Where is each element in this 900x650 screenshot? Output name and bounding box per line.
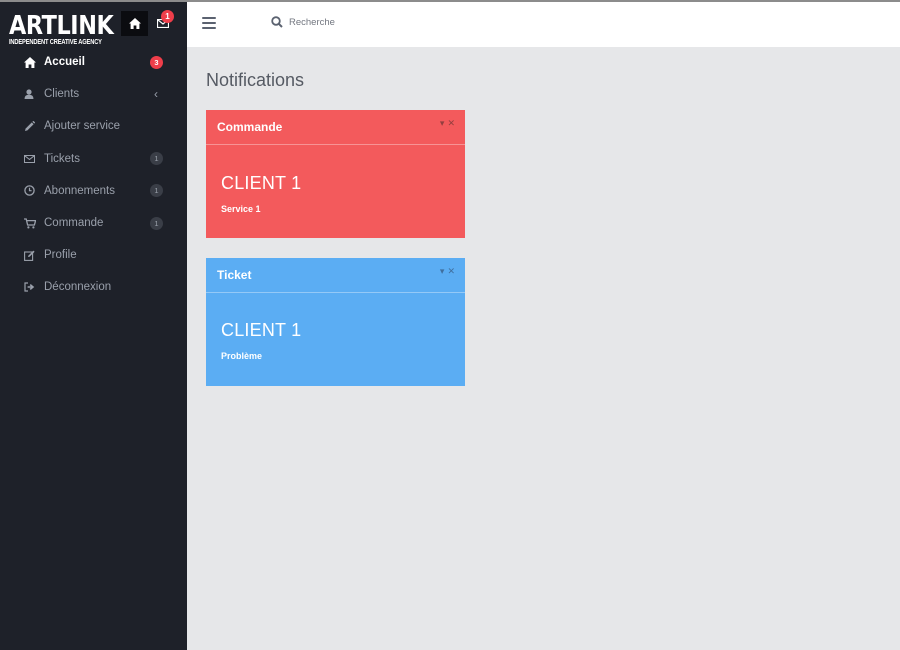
search-input[interactable]: Recherche <box>289 17 335 28</box>
sidebar-item-label: Clients <box>44 88 80 101</box>
logo[interactable]: ARTLINK INDEPENDENT CREATIVE AGENCY <box>9 13 130 47</box>
close-icon[interactable]: ✕ <box>447 118 455 129</box>
top-header: Recherche <box>187 2 900 47</box>
notification-card-ticket: Ticket ▾ ✕ CLIENT 1 Problème <box>206 258 465 386</box>
home-button[interactable] <box>121 11 148 36</box>
sidebar-item-label: Ajouter service <box>44 120 121 133</box>
collapse-icon[interactable]: ▾ <box>440 118 445 129</box>
sidebar-item-label: Tickets <box>44 152 80 165</box>
sidebar-item-label: Abonnements <box>44 184 115 197</box>
card-body: CLIENT 1 Service 1 <box>206 145 465 238</box>
sidebar: ARTLINK INDEPENDENT CREATIVE AGENCY 1 Ac… <box>0 2 187 650</box>
sidebar-nav: Accueil 3 Clients ‹ Ajouter service Tick… <box>0 46 187 304</box>
envelope-icon <box>24 154 35 163</box>
search-box[interactable]: Recherche <box>271 16 335 28</box>
card-client-name: CLIENT 1 <box>221 320 302 340</box>
messages-count-badge: 1 <box>161 10 174 23</box>
sidebar-item-ajouter-service[interactable]: Ajouter service <box>0 110 187 142</box>
chevron-left-icon: ‹ <box>154 87 158 102</box>
sidebar-item-deconnexion[interactable]: Déconnexion <box>0 271 187 303</box>
card-title: Commande <box>217 120 283 134</box>
tickets-count-badge: 1 <box>150 152 163 166</box>
card-detail: Problème <box>221 351 263 361</box>
sidebar-item-label: Commande <box>44 217 104 230</box>
menu-toggle-icon[interactable] <box>202 17 216 29</box>
sidebar-item-accueil[interactable]: Accueil 3 <box>0 46 187 78</box>
card-client-name: CLIENT 1 <box>221 173 302 193</box>
close-icon[interactable]: ✕ <box>447 266 455 277</box>
pencil-icon <box>25 120 35 131</box>
search-icon <box>271 16 283 28</box>
messages-button[interactable]: 1 <box>150 10 175 36</box>
sidebar-item-clients[interactable]: Clients ‹ <box>0 78 187 110</box>
sidebar-item-label: Profile <box>44 249 77 262</box>
cart-icon <box>24 217 36 229</box>
abonnements-count-badge: 1 <box>150 184 163 198</box>
sidebar-item-tickets[interactable]: Tickets 1 <box>0 143 187 175</box>
sidebar-item-label: Accueil <box>44 56 85 69</box>
notification-card-commande: Commande ▾ ✕ CLIENT 1 Service 1 <box>206 110 465 238</box>
card-header: Ticket ▾ ✕ <box>206 258 465 293</box>
page-title: Notifications <box>206 70 305 90</box>
sidebar-item-profile[interactable]: Profile <box>0 239 187 271</box>
card-body: CLIENT 1 Problème <box>206 293 465 386</box>
notification-count-badge: 3 <box>150 55 163 69</box>
card-tools: ▾ ✕ <box>440 266 455 277</box>
brand-bar: ARTLINK INDEPENDENT CREATIVE AGENCY 1 <box>0 2 187 48</box>
home-icon <box>24 56 36 68</box>
card-detail: Service 1 <box>221 204 261 214</box>
sidebar-item-label: Déconnexion <box>44 281 112 294</box>
clock-icon <box>24 185 35 197</box>
commande-count-badge: 1 <box>150 216 163 230</box>
sign-out-icon <box>24 282 35 293</box>
card-header: Commande ▾ ✕ <box>206 110 465 145</box>
edit-icon <box>24 250 35 261</box>
user-icon <box>24 89 34 100</box>
card-tools: ▾ ✕ <box>440 118 455 129</box>
sidebar-item-abonnements[interactable]: Abonnements 1 <box>0 175 187 207</box>
home-icon <box>128 18 141 29</box>
sidebar-item-commande[interactable]: Commande 1 <box>0 207 187 239</box>
logo-title: ARTLINK <box>9 11 114 41</box>
collapse-icon[interactable]: ▾ <box>440 266 445 277</box>
card-title: Ticket <box>217 268 252 282</box>
